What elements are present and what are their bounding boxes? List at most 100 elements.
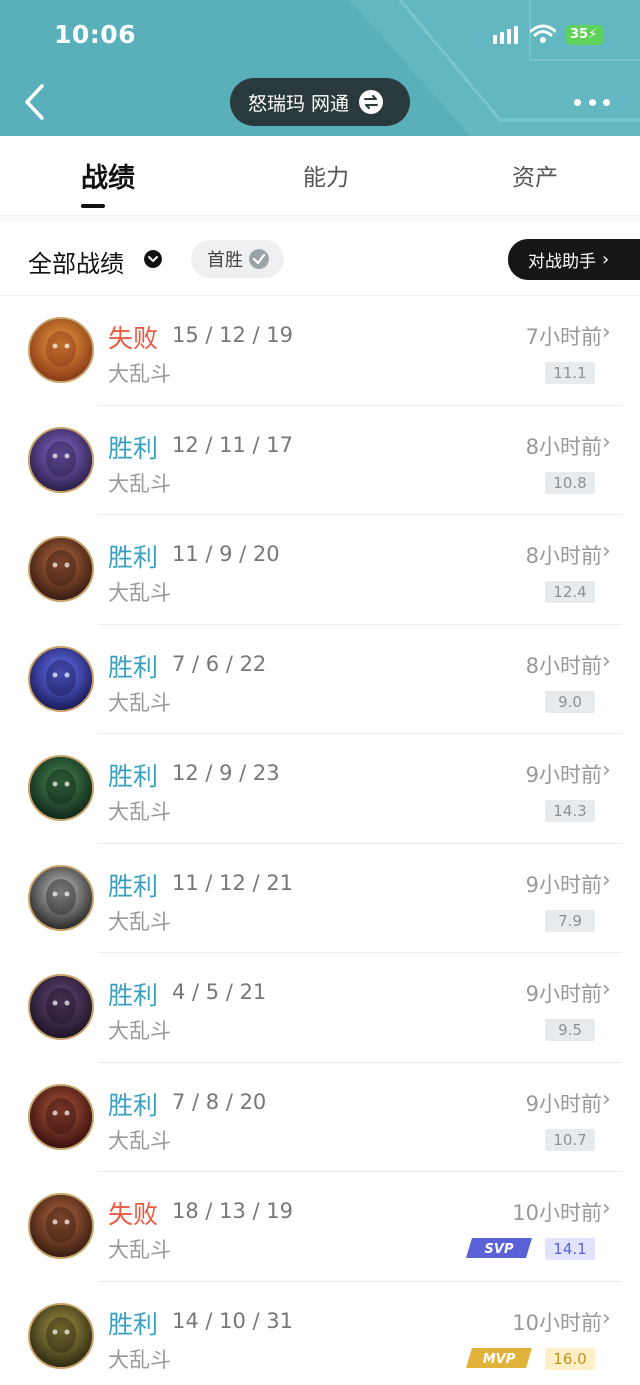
match-result: 胜利 (108, 543, 159, 572)
match-row[interactable]: 胜利 12 / 9 / 23 大乱斗 9小时前 › 14.3 (0, 734, 640, 844)
chevron-down-icon[interactable] (144, 250, 162, 268)
match-score: 16.0 (545, 1347, 595, 1370)
match-result: 胜利 (108, 1090, 159, 1120)
game-mode: 大乱斗 (108, 362, 171, 386)
match-time: 7小时前 (525, 325, 602, 349)
chevron-right-icon: › (602, 320, 611, 345)
match-kda: 12 / 11 / 17 (172, 432, 294, 457)
match-row[interactable]: 胜利 7 / 8 / 20 大乱斗 9小时前 › 10.7 (0, 1063, 640, 1172)
active-tab-indicator (81, 204, 105, 208)
match-time: 10小时前 (512, 1310, 602, 1335)
champion-avatar (28, 974, 94, 1040)
match-result: 胜利 (108, 981, 159, 1010)
battery-level: 35 (570, 27, 589, 42)
all-records-filter[interactable]: 全部战绩 (28, 244, 124, 279)
match-score: 10.7 (545, 1128, 595, 1151)
match-time: 10小时前 (512, 1201, 602, 1225)
chevron-right-icon: › (602, 429, 611, 455)
battle-assistant-button[interactable]: 对战助手 › (508, 239, 640, 280)
swap-icon (359, 90, 384, 114)
champion-avatar (28, 1083, 94, 1150)
match-time: 9小时前 (525, 982, 602, 1006)
champion-avatar (28, 426, 94, 493)
charging-icon: ⚡ (588, 27, 598, 42)
game-mode: 大乱斗 (108, 690, 171, 715)
match-score: 9.5 (545, 1019, 595, 1041)
more-options-button[interactable] (574, 96, 610, 108)
match-result: 胜利 (108, 652, 159, 682)
match-score: 9.0 (545, 690, 595, 713)
match-row[interactable]: 失败 18 / 13 / 19 大乱斗 10小时前 › SVP 14.1 (0, 1172, 640, 1282)
champion-avatar (28, 317, 94, 383)
chevron-right-icon: › (602, 1086, 611, 1112)
match-result: 胜利 (108, 762, 159, 791)
match-row[interactable]: 胜利 14 / 10 / 31 大乱斗 10小时前 › MVP 16.0 (0, 1282, 640, 1385)
match-row[interactable]: 胜利 11 / 9 / 20 大乱斗 8小时前 › 12.4 (0, 515, 640, 625)
game-mode: 大乱斗 (108, 581, 171, 605)
svg-text:MVP: MVP (483, 1352, 516, 1367)
match-score: 12.4 (545, 581, 595, 603)
svg-text:SVP: SVP (485, 1242, 514, 1257)
more-dot-icon (603, 98, 610, 106)
account-name: 怒瑞玛 网通 (248, 92, 350, 115)
tab-assets[interactable]: 资产 (512, 158, 558, 192)
match-time: 8小时前 (525, 653, 602, 678)
chevron-right-icon: › (602, 539, 611, 564)
match-score: 14.1 (545, 1238, 595, 1260)
top-header: 10:06 35⚡ 怒瑞玛 网通 (0, 0, 640, 136)
match-kda: 11 / 9 / 20 (172, 542, 280, 566)
match-row[interactable]: 胜利 4 / 5 / 21 大乱斗 9小时前 › 9.5 (0, 953, 640, 1063)
game-mode: 大乱斗 (108, 1238, 171, 1262)
match-result: 胜利 (108, 1309, 159, 1339)
match-kda: 7 / 6 / 22 (172, 651, 267, 676)
game-mode: 大乱斗 (108, 800, 171, 824)
champion-avatar (28, 864, 94, 931)
check-icon (249, 249, 269, 269)
match-score: 10.8 (545, 471, 595, 494)
account-switcher[interactable]: 怒瑞玛 网通 (230, 78, 410, 126)
match-list: 失败 15 / 12 / 19 大乱斗 7小时前 › 11.1 胜利 12 / … (0, 296, 640, 1385)
chevron-right-icon: › (602, 867, 611, 893)
match-kda: 7 / 8 / 20 (172, 1089, 267, 1114)
svp-badge-icon: SVP (466, 1238, 532, 1258)
match-kda: 15 / 12 / 19 (172, 323, 294, 347)
first-win-chip[interactable]: 首胜 (191, 240, 284, 278)
wifi-icon (530, 24, 556, 43)
champion-avatar (28, 645, 94, 712)
match-row[interactable]: 胜利 11 / 12 / 21 大乱斗 9小时前 › 7.9 (0, 844, 640, 953)
filter-bar: 全部战绩 首胜 对战助手 › (0, 222, 640, 296)
tab-bar: 战绩 能力 资产 (0, 136, 640, 216)
game-mode: 大乱斗 (108, 909, 171, 934)
back-button[interactable] (22, 84, 50, 120)
match-kda: 18 / 13 / 19 (172, 1199, 294, 1223)
match-row[interactable]: 失败 15 / 12 / 19 大乱斗 7小时前 › 11.1 (0, 296, 640, 406)
battle-assistant-label: 对战助手 (528, 252, 596, 272)
battery-indicator: 35⚡ (566, 25, 604, 45)
match-row[interactable]: 胜利 12 / 11 / 17 大乱斗 8小时前 › 10.8 (0, 406, 640, 515)
match-kda: 14 / 10 / 31 (172, 1308, 294, 1333)
chevron-right-icon: › (602, 1196, 611, 1221)
match-result: 胜利 (108, 871, 159, 901)
match-result: 胜利 (108, 433, 159, 463)
match-time: 8小时前 (525, 544, 602, 568)
more-dot-icon (588, 98, 596, 106)
chevron-right-icon: › (602, 1305, 611, 1331)
match-row[interactable]: 胜利 7 / 6 / 22 大乱斗 8小时前 › 9.0 (0, 625, 640, 734)
champion-avatar (28, 1193, 94, 1259)
match-result: 失败 (108, 324, 159, 353)
chevron-right-icon: › (602, 648, 611, 674)
chevron-right-icon: › (602, 977, 611, 1002)
match-score: 7.9 (545, 909, 595, 932)
match-time: 8小时前 (525, 434, 602, 459)
game-mode: 大乱斗 (108, 1128, 171, 1153)
status-time: 10:06 (54, 20, 137, 49)
champion-avatar (28, 755, 94, 821)
first-win-label: 首胜 (207, 250, 243, 271)
match-score: 11.1 (545, 362, 595, 384)
champion-avatar (28, 1302, 94, 1369)
tab-ability[interactable]: 能力 (303, 158, 349, 192)
tab-records[interactable]: 战绩 (81, 156, 135, 195)
chevron-right-icon: › (602, 758, 611, 783)
game-mode: 大乱斗 (108, 1347, 171, 1372)
mvp-badge-icon: MVP (466, 1347, 532, 1368)
